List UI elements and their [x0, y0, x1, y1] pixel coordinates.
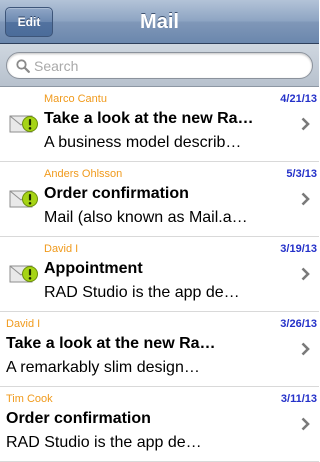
message-list: Marco Cantu 4/21/13 Take a look at the n…	[0, 87, 319, 462]
message-date: 3/11/13	[280, 393, 317, 405]
message-row[interactable]: David I 3/26/13 Take a look at the new R…	[0, 312, 319, 387]
search-field[interactable]	[6, 52, 313, 79]
message-row[interactable]: David I 3/19/13 Appointment RAD Studio i…	[0, 237, 319, 312]
chevron-right-icon	[301, 417, 310, 431]
navigation-bar: Edit Mail	[0, 0, 319, 44]
message-date: 5/3/13	[286, 168, 317, 180]
search-bar	[0, 44, 319, 87]
message-preview: A remarkably slim design…	[6, 359, 200, 376]
sender-name: Anders Ohlsson	[44, 168, 123, 180]
search-input[interactable]	[34, 55, 304, 76]
message-preview: RAD Studio is the app de…	[6, 434, 202, 451]
message-date: 3/26/13	[280, 318, 317, 330]
chevron-right-icon	[301, 192, 310, 206]
message-subject: Order confirmation	[44, 185, 189, 202]
edit-button[interactable]: Edit	[5, 7, 53, 37]
message-subject: Take a look at the new Ra…	[44, 110, 254, 127]
message-row[interactable]: Tim Cook 3/11/13 Order confirmation RAD …	[0, 387, 319, 462]
message-row[interactable]: Marco Cantu 4/21/13 Take a look at the n…	[0, 87, 319, 162]
message-preview: Mail (also known as Mail.a…	[44, 209, 248, 226]
message-date: 3/19/13	[280, 243, 317, 255]
message-preview: A business model describ…	[44, 134, 242, 151]
search-icon	[16, 59, 30, 73]
message-subject: Order confirmation	[6, 410, 151, 427]
sender-name: David I	[6, 318, 41, 330]
message-preview: RAD Studio is the app de…	[44, 284, 240, 301]
sender-name: Marco Cantu	[44, 93, 107, 105]
envelope-alert-icon	[9, 115, 38, 133]
message-subject: Take a look at the new Ra…	[6, 335, 216, 352]
message-subject: Appointment	[44, 260, 143, 277]
envelope-alert-icon	[9, 265, 38, 283]
message-row[interactable]: Anders Ohlsson 5/3/13 Order confirmation…	[0, 162, 319, 237]
envelope-alert-icon	[9, 190, 38, 208]
sender-name: David I	[44, 243, 79, 255]
sender-name: Tim Cook	[6, 393, 53, 405]
chevron-right-icon	[301, 267, 310, 281]
chevron-right-icon	[301, 342, 310, 356]
chevron-right-icon	[301, 117, 310, 131]
message-date: 4/21/13	[280, 93, 317, 105]
